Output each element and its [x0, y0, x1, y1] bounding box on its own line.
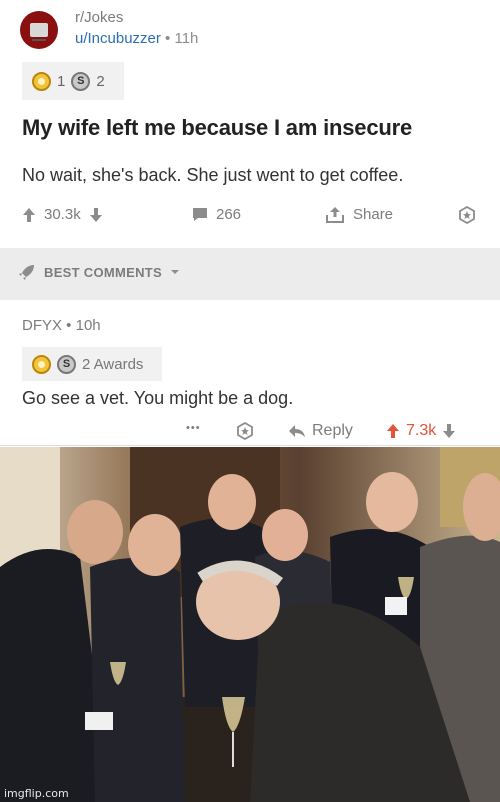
comment-icon — [193, 208, 207, 221]
more-options-button[interactable]: ••• — [186, 422, 201, 434]
silver-award-icon: S — [57, 354, 76, 374]
reddit-post: r/Jokes u/Incubuzzer • 11h 1 S 2 My wife… — [0, 0, 500, 248]
comments-button[interactable]: 266 — [192, 206, 241, 223]
upvote-icon[interactable] — [22, 207, 36, 223]
separator: • — [62, 317, 76, 334]
comment-count: 266 — [216, 206, 242, 223]
comment-text: Go see a vet. You might be a dog. — [22, 388, 294, 408]
subreddit-link[interactable]: r/Jokes — [75, 9, 123, 26]
share-label: Share — [353, 206, 394, 223]
post-author-line: u/Incubuzzer • 11h — [75, 30, 198, 47]
reply-icon — [289, 425, 305, 437]
downvote-icon[interactable] — [89, 207, 103, 223]
upvote-icon[interactable] — [386, 423, 400, 439]
laughing-men-photo: imgflip.com — [0, 447, 500, 802]
vote-group: 30.3k — [22, 206, 103, 223]
award-star-icon — [459, 206, 475, 224]
comment-awards-label: 2 Awards — [82, 355, 144, 373]
share-button[interactable]: Share — [325, 206, 393, 223]
comment-award-button[interactable] — [236, 422, 254, 440]
post-body: No wait, she's back. She just went to ge… — [22, 165, 404, 185]
rocket-icon — [19, 265, 34, 280]
comment-time: 10h — [75, 317, 101, 334]
post-time: 11h — [174, 30, 199, 47]
watermark: imgflip.com — [4, 787, 69, 800]
post-author[interactable]: u/Incubuzzer — [75, 30, 161, 47]
top-comment: DFYX • 10h S 2 Awards Go see a vet. You … — [0, 300, 500, 446]
best-comments-bar[interactable]: BEST COMMENTS — [0, 248, 500, 300]
gold-award-icon — [32, 354, 51, 374]
silver-award-icon: S — [71, 71, 91, 91]
comment-vote-count: 7.3k — [406, 422, 437, 439]
share-icon — [326, 207, 344, 223]
subreddit-avatar[interactable] — [20, 11, 58, 49]
post-vote-count: 30.3k — [44, 206, 81, 223]
post-awards[interactable]: 1 S 2 — [22, 62, 124, 100]
silver-award-count: 2 — [96, 72, 105, 90]
post-actions: 30.3k 266 Share — [0, 200, 500, 230]
chevron-down-icon — [171, 270, 180, 274]
gold-award-count: 1 — [57, 72, 66, 90]
post-title[interactable]: My wife left me because I am insecure — [22, 115, 412, 141]
comment-vote-group: 7.3k — [386, 422, 456, 440]
separator: • — [160, 30, 175, 47]
sort-label: BEST COMMENTS — [44, 264, 163, 280]
gold-award-icon — [32, 71, 51, 91]
photo-illustration — [0, 447, 500, 802]
comment-author[interactable]: DFYX — [22, 317, 62, 334]
comment-author-line: DFYX • 10h — [22, 317, 101, 334]
sort-dropdown[interactable]: BEST COMMENTS — [18, 263, 180, 281]
reply-label: Reply — [312, 422, 353, 439]
award-button[interactable] — [458, 206, 476, 224]
reply-button[interactable]: Reply — [288, 422, 353, 440]
comment-awards[interactable]: S 2 Awards — [22, 347, 162, 381]
comment-actions: ••• Reply 7.3k — [0, 420, 500, 446]
downvote-icon[interactable] — [442, 423, 456, 439]
award-star-icon — [237, 422, 253, 440]
